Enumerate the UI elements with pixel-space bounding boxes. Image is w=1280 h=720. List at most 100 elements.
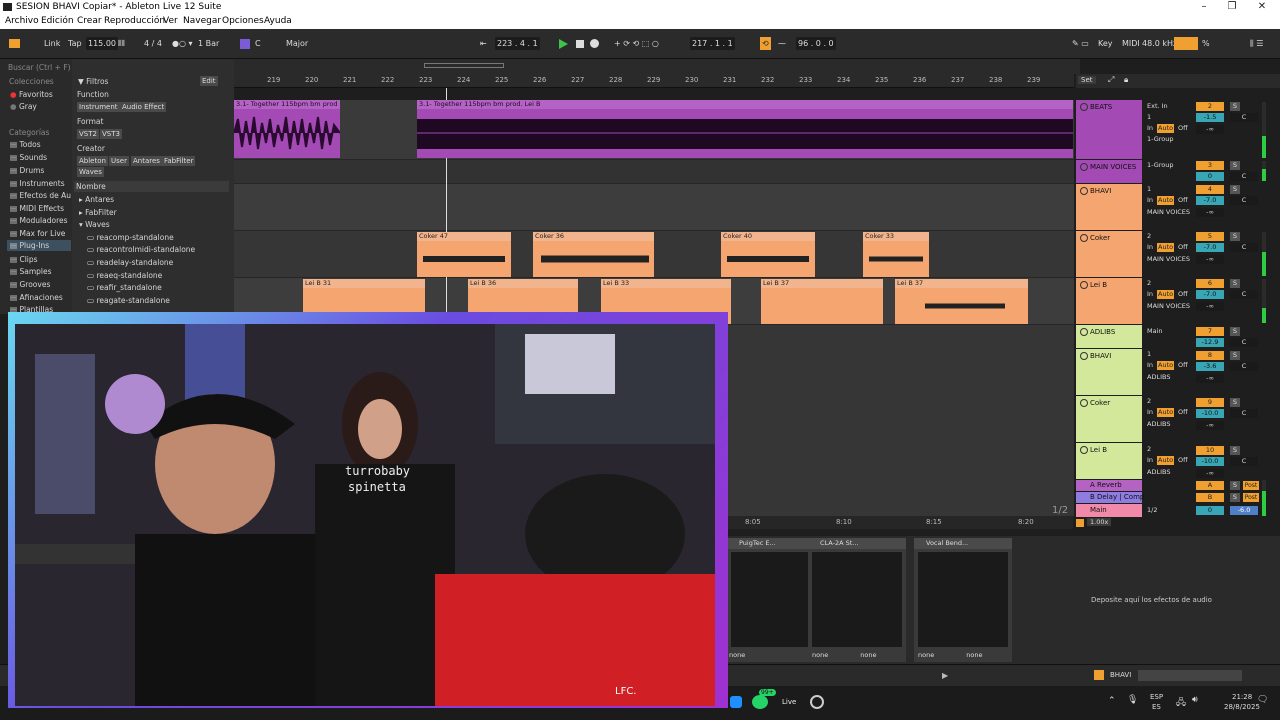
monitor-in[interactable]: In bbox=[1147, 243, 1153, 252]
menu-ayuda[interactable]: Ayuda bbox=[264, 16, 292, 26]
plugin-item[interactable]: ▭ readelay-standalone bbox=[87, 258, 173, 267]
browser-search[interactable]: Buscar (Ctrl + F) bbox=[8, 63, 228, 72]
monitor-in[interactable]: In bbox=[1147, 408, 1153, 417]
format-filter-label[interactable]: Format bbox=[77, 117, 103, 126]
clock-date[interactable]: 28/8/2025 bbox=[1224, 703, 1260, 711]
clip-coker[interactable]: Coker 40 bbox=[721, 232, 815, 277]
output-dropdown[interactable]: ADLIBS bbox=[1145, 373, 1191, 382]
tag-waves[interactable]: Waves bbox=[77, 167, 104, 177]
loop-start[interactable]: 217 . 1 . 1 bbox=[690, 37, 735, 50]
device-vocal-bender[interactable]: Vocal Bend... none none bbox=[914, 538, 1012, 662]
overview-strip[interactable] bbox=[234, 59, 1080, 74]
fold-icon[interactable] bbox=[1080, 352, 1088, 360]
output-dropdown[interactable]: ADLIBS bbox=[1145, 420, 1191, 429]
solo-button[interactable]: S bbox=[1230, 398, 1240, 407]
output-dropdown[interactable]: MAIN VOICES bbox=[1145, 208, 1191, 217]
creator-filter-label[interactable]: Creator bbox=[77, 144, 105, 153]
drop-effects-hint[interactable]: Deposite aquí los efectos de audio bbox=[1091, 596, 1212, 604]
category-instruments[interactable]: ▤ Instruments bbox=[10, 179, 65, 188]
lock-icon[interactable]: 🔒︎ bbox=[1124, 75, 1128, 85]
network-icon[interactable]: 🖧︎ bbox=[1176, 695, 1186, 711]
fold-icon[interactable] bbox=[1080, 328, 1088, 336]
send-field[interactable]: -∞ bbox=[1196, 208, 1224, 217]
volume-field[interactable]: -3.6 bbox=[1196, 362, 1224, 371]
view-toggle-icons[interactable]: ⫼ ☰ bbox=[1248, 37, 1265, 50]
volume-field[interactable]: -7.0 bbox=[1196, 243, 1224, 252]
track-activator[interactable]: 4 bbox=[1196, 185, 1224, 194]
clip-beats-a[interactable]: 3.1- Together 115bpm bm prod bbox=[234, 100, 340, 158]
send-field[interactable]: -∞ bbox=[1196, 255, 1224, 264]
menu-reproduccion[interactable]: Reproducción bbox=[104, 16, 165, 26]
folder-fabfilter[interactable]: ▸ FabFilter bbox=[79, 208, 117, 217]
pan-field[interactable]: C bbox=[1230, 409, 1258, 418]
category-samples[interactable]: ▤ Samples bbox=[10, 267, 52, 276]
plugin-item[interactable]: ▭ reaeq-standalone bbox=[87, 271, 162, 280]
collection-gray[interactable]: ● Gray bbox=[10, 102, 37, 111]
track-header-adlib-leib[interactable]: Lei B bbox=[1076, 443, 1142, 479]
main-output-dropdown[interactable]: 1/2 bbox=[1145, 506, 1191, 515]
volume-icon[interactable]: 🔊︎ bbox=[1192, 695, 1198, 705]
edit-filters-button[interactable]: Edit bbox=[200, 76, 218, 86]
folder-waves[interactable]: ▾ Waves bbox=[79, 220, 110, 229]
solo-button[interactable]: S bbox=[1230, 185, 1240, 194]
notifications-icon[interactable]: 🗨︎ bbox=[1257, 695, 1268, 705]
monitor-auto[interactable]: Auto bbox=[1157, 361, 1175, 370]
arm-icon[interactable] bbox=[1076, 519, 1084, 527]
solo-button[interactable]: S bbox=[1230, 279, 1240, 288]
pan-field[interactable]: C bbox=[1230, 113, 1258, 122]
output-dropdown[interactable]: 1-Group bbox=[1145, 161, 1191, 170]
tag-user[interactable]: User bbox=[109, 156, 129, 166]
main-cue-field[interactable]: 0 bbox=[1196, 506, 1224, 515]
category-drums[interactable]: ▤ Drums bbox=[10, 166, 44, 175]
sidechain-select[interactable]: none bbox=[860, 651, 876, 659]
output-dropdown[interactable]: 1-Group bbox=[1145, 135, 1191, 144]
solo-button[interactable]: S bbox=[1230, 351, 1240, 360]
key-select[interactable]: C bbox=[253, 37, 263, 50]
metronome-icon[interactable]: ●○ ▾ bbox=[170, 37, 195, 50]
monitor-in[interactable]: In bbox=[1147, 290, 1153, 299]
fold-icon[interactable] bbox=[1080, 234, 1088, 242]
send-field[interactable]: -∞ bbox=[1196, 125, 1224, 134]
monitor-off[interactable]: Off bbox=[1178, 361, 1188, 370]
sidechain-select[interactable]: none bbox=[966, 651, 982, 659]
track-activator[interactable]: 3 bbox=[1196, 161, 1224, 170]
name-column-header[interactable]: Nombre bbox=[74, 181, 229, 192]
track-activator[interactable]: 5 bbox=[1196, 232, 1224, 241]
collection-favoritos[interactable]: ● Favoritos bbox=[10, 90, 53, 99]
clip-coker[interactable]: Coker 33 bbox=[863, 232, 929, 277]
solo-button[interactable]: S bbox=[1230, 446, 1240, 455]
pan-field[interactable]: C bbox=[1230, 362, 1258, 371]
mini-overview[interactable] bbox=[1138, 670, 1242, 681]
category-tunings[interactable]: ▤ Afinaciones bbox=[10, 293, 63, 302]
pan-field[interactable]: C bbox=[1230, 338, 1258, 347]
plugin-item[interactable]: ▭ reafir_standalone bbox=[87, 283, 162, 292]
fold-icon[interactable] bbox=[1080, 187, 1088, 195]
clock-time[interactable]: 21:28 bbox=[1232, 693, 1252, 701]
tag-vst3[interactable]: VST3 bbox=[100, 129, 122, 139]
tag-instrument[interactable]: Instrument bbox=[77, 102, 120, 112]
monitor-in[interactable]: In bbox=[1147, 124, 1153, 133]
track-activator[interactable]: 6 bbox=[1196, 279, 1224, 288]
tag-fabfilter[interactable]: FabFilter bbox=[162, 156, 196, 166]
track-header-bhavi[interactable]: BHAVI bbox=[1076, 184, 1142, 230]
play-icon[interactable]: ▶ bbox=[942, 671, 948, 680]
output-dropdown[interactable]: ADLIBS bbox=[1145, 468, 1191, 477]
tag-audio-effect[interactable]: Audio Effect bbox=[120, 102, 167, 112]
plugin-item[interactable]: ▭ reagate-standalone bbox=[87, 296, 170, 305]
menu-crear[interactable]: Crear bbox=[77, 16, 102, 26]
send-field[interactable]: -∞ bbox=[1196, 421, 1224, 430]
play-button[interactable] bbox=[559, 39, 568, 49]
filters-toggle[interactable]: ▼ Filtros bbox=[78, 77, 108, 86]
device-cla-2a[interactable]: CLA-2A St... none none bbox=[808, 538, 906, 662]
monitor-off[interactable]: Off bbox=[1178, 456, 1188, 465]
punch-icon[interactable]: ⁓ bbox=[776, 37, 788, 50]
monitor-auto[interactable]: Auto bbox=[1157, 196, 1175, 205]
send-field[interactable]: -∞ bbox=[1196, 302, 1224, 311]
loop-length[interactable]: 96 . 0 . 0 bbox=[796, 37, 836, 50]
monitor-auto[interactable]: Auto bbox=[1157, 456, 1175, 465]
monitor-auto[interactable]: Auto bbox=[1157, 243, 1175, 252]
clip-leib[interactable]: Lei B 37 bbox=[761, 279, 883, 324]
monitor-in[interactable]: In bbox=[1147, 456, 1153, 465]
fold-icon[interactable] bbox=[1080, 281, 1088, 289]
clip-leib[interactable]: Lei B 37 bbox=[895, 279, 1028, 324]
